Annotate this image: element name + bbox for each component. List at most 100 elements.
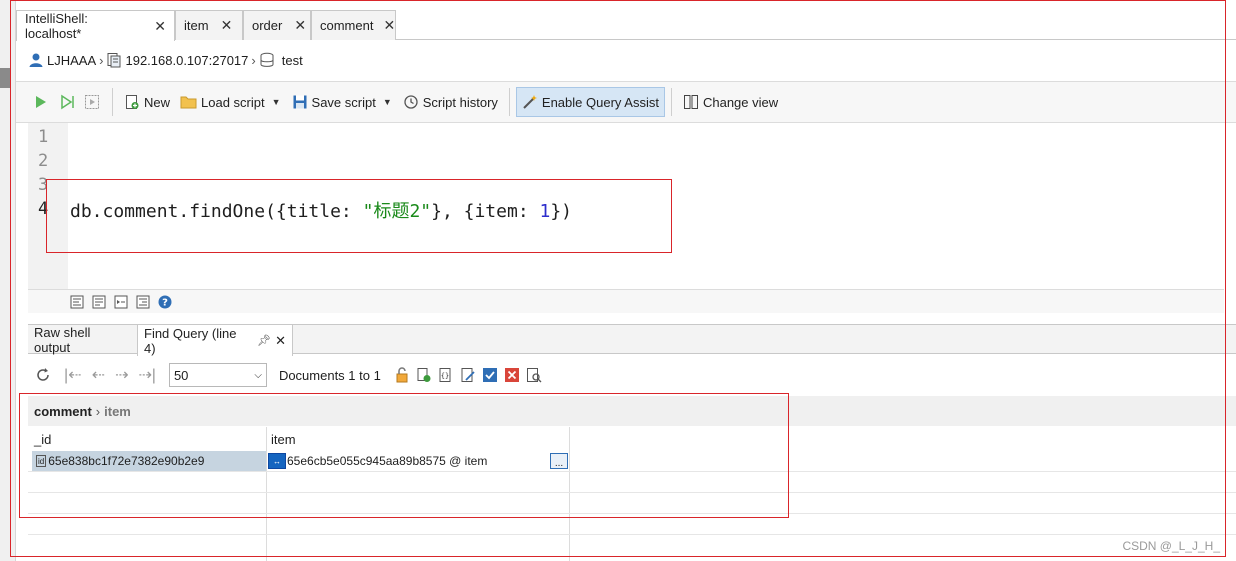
code-number: 1 — [539, 201, 551, 222]
result-breadcrumb: comment › item — [28, 396, 1236, 426]
close-icon[interactable]: ✕ — [275, 333, 286, 349]
last-page-icon[interactable]: ⇢| — [138, 365, 156, 385]
comment-icon[interactable] — [92, 295, 106, 309]
editor-tab-bar: IntelliShell: localhost* ✕ item ✕ order … — [16, 8, 1236, 41]
folder-icon — [180, 96, 197, 109]
result-tab-bar: Raw shell output Find Query (line 4) 📌︎ … — [28, 324, 1236, 356]
close-icon[interactable]: ✕ — [294, 17, 306, 34]
connection-breadcrumb: LJHAAA › 192.168.0.107:27017 › test — [16, 40, 1236, 80]
load-script-dropdown-icon[interactable]: ▼ — [272, 97, 281, 107]
dbref-icon: ↔ — [268, 453, 286, 469]
cell-item[interactable]: ↔ 65e6cb5e055c945aa89b8575 @ item — [268, 451, 568, 471]
help-icon[interactable]: ? — [158, 295, 172, 309]
tab-order[interactable]: order ✕ — [243, 10, 311, 40]
tab-raw-shell-output[interactable]: Raw shell output — [28, 325, 136, 355]
close-icon[interactable]: ✕ — [154, 18, 166, 35]
line-number: 1 — [38, 127, 49, 147]
line-number: 3 — [38, 175, 49, 195]
breadcrumb-database[interactable]: test — [282, 53, 303, 68]
load-script-label: Load script — [201, 94, 265, 110]
breadcrumb-user[interactable]: LJHAAA — [47, 53, 96, 68]
run-button[interactable] — [28, 87, 58, 117]
chevron-right-icon: › — [95, 403, 101, 419]
load-script-button[interactable]: Load script — [175, 87, 270, 117]
save-script-dropdown-icon[interactable]: ▼ — [383, 97, 392, 107]
page-size-select[interactable]: 50 ⌵ — [168, 363, 267, 387]
code-string: "标题2" — [362, 201, 432, 222]
run-current-button[interactable] — [82, 87, 106, 117]
column-header-id[interactable]: _id — [34, 429, 51, 449]
breadcrumb-server[interactable]: 192.168.0.107:27017 — [125, 53, 248, 68]
query-icon[interactable] — [525, 366, 543, 384]
next-page-icon[interactable]: ⇢ — [115, 365, 128, 385]
script-history-button[interactable]: Script history — [398, 87, 503, 117]
breadcrumb-collection[interactable]: comment — [34, 404, 92, 419]
user-icon — [28, 52, 44, 68]
tab-label: comment — [320, 18, 374, 33]
change-view-label: Change view — [702, 94, 779, 110]
save-script-button[interactable]: Save script — [287, 87, 381, 117]
tab-comment[interactable]: comment ✕ — [311, 10, 396, 40]
row-divider — [28, 471, 1236, 472]
pin-icon[interactable]: 📌︎ — [257, 334, 271, 347]
close-icon[interactable]: ✕ — [221, 17, 233, 34]
play-frame-icon — [85, 95, 99, 109]
close-icon[interactable]: ✕ — [383, 17, 395, 34]
refresh-icon[interactable] — [34, 366, 52, 384]
row-divider — [28, 492, 1236, 493]
toolbar-divider — [508, 88, 510, 116]
line-number: 2 — [38, 151, 49, 171]
tab-item[interactable]: item ✕ — [175, 10, 243, 40]
enable-query-assist-label: Enable Query Assist — [541, 94, 659, 110]
change-view-button[interactable]: Change view — [678, 87, 783, 117]
previous-page-icon[interactable]: ⇠ — [92, 365, 105, 385]
cell-id-value: 65e838bc1f72e7382e90b2e9 — [48, 454, 205, 468]
left-strip — [0, 0, 16, 561]
intellishell-window: IntelliShell: localhost* ✕ item ✕ order … — [0, 0, 1236, 561]
database-icon — [259, 52, 275, 68]
server-icon — [106, 52, 122, 68]
code-line[interactable]: db.comment.findOne({title: "标题2"}, {item… — [70, 197, 572, 223]
enable-query-assist-button[interactable]: Enable Query Assist — [515, 87, 665, 117]
svg-text:?: ? — [162, 297, 168, 308]
indent-icon[interactable] — [114, 295, 128, 309]
run-selection-button[interactable] — [58, 87, 82, 117]
tab-label: Find Query (line 4) — [144, 325, 237, 356]
lock-icon[interactable] — [393, 366, 411, 384]
tab-intellishell[interactable]: IntelliShell: localhost* ✕ — [16, 10, 175, 41]
chevron-right-icon: › — [251, 52, 256, 68]
script-toolbar: New Load script ▼ Save script ▼ Script h… — [16, 81, 1236, 123]
script-editor[interactable]: 1 2 3 4 db.comment.findOne({title: "标题2"… — [28, 123, 1224, 290]
code-text: }) — [550, 201, 573, 222]
validate-icon[interactable] — [481, 366, 499, 384]
code-text: }, {item: — [431, 201, 540, 222]
result-toolbar: |⇠ ⇠ ⇢ ⇢| 50 ⌵ Documents 1 to 1 {} — [28, 357, 1236, 393]
new-button[interactable]: New — [119, 87, 175, 117]
delete-icon[interactable] — [503, 366, 521, 384]
script-history-label: Script history — [422, 94, 498, 110]
edit-json-icon[interactable]: {} — [437, 366, 455, 384]
left-strip-marker — [0, 68, 10, 88]
tab-label: order — [252, 18, 283, 33]
edit-document-icon[interactable] — [459, 366, 477, 384]
chevron-down-icon: ⌵ — [254, 369, 262, 381]
outdent-icon[interactable] — [136, 295, 150, 309]
column-header-item[interactable]: item — [271, 429, 296, 449]
cell-id[interactable]: id 65e838bc1f72e7382e90b2e9 — [32, 451, 266, 471]
editor-tools-bar: ? — [28, 289, 1224, 313]
first-page-icon[interactable]: |⇠ — [64, 365, 82, 385]
line-number-gutter: 1 2 3 4 — [28, 123, 68, 290]
format-icon[interactable] — [70, 295, 84, 309]
id-type-icon: id — [36, 455, 47, 467]
column-divider — [569, 427, 570, 561]
toolbar-divider — [112, 88, 113, 116]
add-document-icon[interactable] — [415, 366, 433, 384]
toolbar-divider — [670, 88, 672, 116]
save-icon — [293, 95, 307, 109]
tab-label: item — [184, 18, 209, 33]
documents-range-label: Documents 1 to 1 — [278, 367, 381, 383]
breadcrumb-field[interactable]: item — [104, 404, 131, 419]
row-divider — [28, 534, 1236, 535]
expand-cell-button[interactable]: ... — [550, 453, 568, 469]
tab-find-query[interactable]: Find Query (line 4) 📌︎ ✕ — [137, 325, 293, 356]
